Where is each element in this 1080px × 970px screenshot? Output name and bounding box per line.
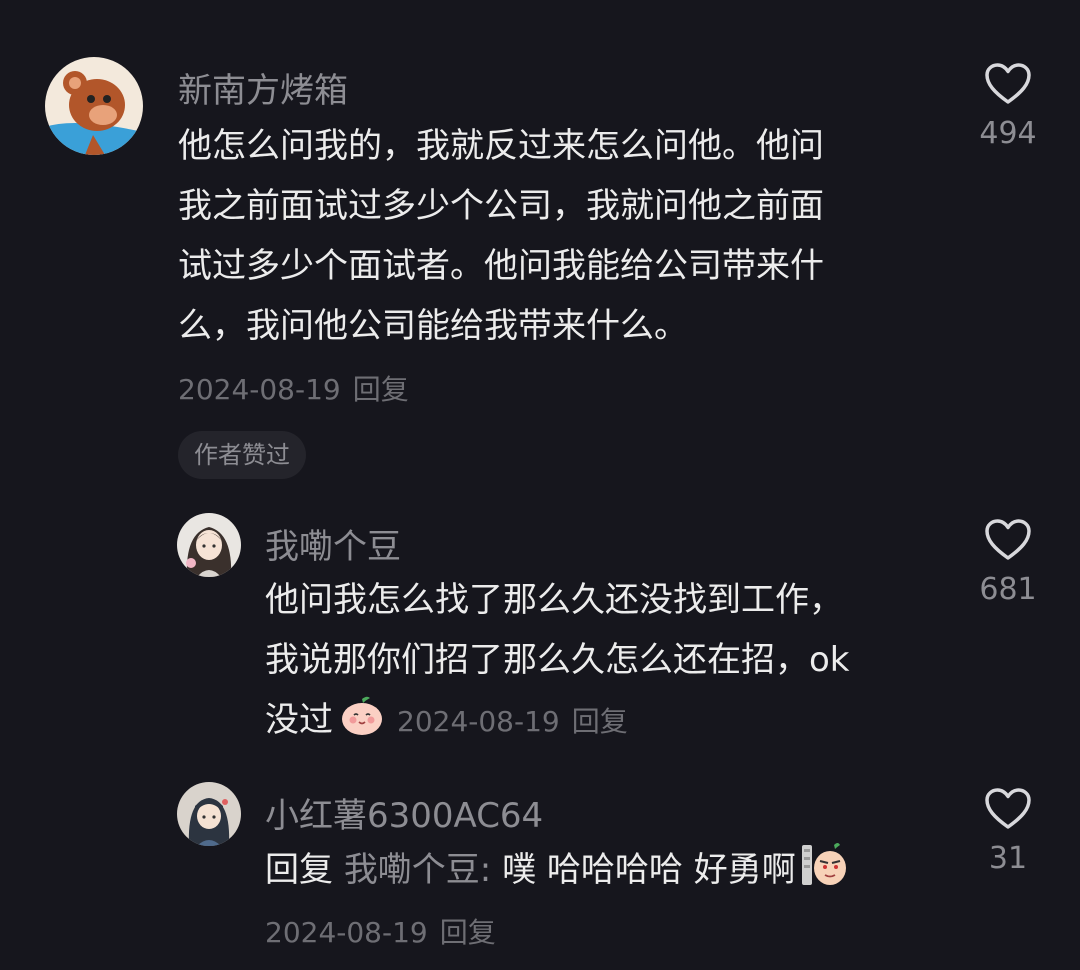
avatar[interactable] <box>177 513 241 577</box>
comment-line: 么，我问他公司能给我带来什么。 <box>178 306 688 346</box>
comment-line: 我说那你们招了那么久怎么还在招，ok <box>265 640 850 680</box>
comment-meta: 2024-08-19 回复 <box>265 911 496 951</box>
mention-link[interactable]: 我嘞个豆: <box>344 850 491 890</box>
comment-text: 回复 我嘞个豆: 噗 哈哈哈哈 好勇啊 <box>265 840 848 906</box>
comment-text: 他怎么问我的，我就反过来怎么问他。他问 我之前面试过多少个公司，我就问他之前面 … <box>178 116 824 356</box>
like-button[interactable]: 681 <box>968 518 1048 607</box>
avatar[interactable] <box>177 782 241 846</box>
reply-prefix: 回复 <box>265 850 333 890</box>
comment-meta: 2024-08-19 回复 <box>178 368 409 408</box>
sly-face-emoji <box>800 841 848 906</box>
like-button[interactable]: 494 <box>968 62 1048 151</box>
comment-line: 我之前面试过多少个公司，我就问他之前面 <box>178 186 824 226</box>
comment-line: 回复 我嘞个豆: 噗 哈哈哈哈 好勇啊 <box>265 840 848 906</box>
comment-line: 试过多少个面试者。他问我能给公司带来什 <box>178 246 824 286</box>
comment-text: 他问我怎么找了那么久还没找到工作， 我说那你们招了那么久怎么还在招，ok 没过 … <box>265 570 850 756</box>
username[interactable]: 我嘞个豆 <box>265 519 401 568</box>
author-liked-badge: 作者赞过 <box>178 431 306 479</box>
comment-line: 没过 2024-08-19 回复 <box>265 690 850 756</box>
comment-line-text: 噗 哈哈哈哈 好勇啊 <box>502 850 796 890</box>
comment-line-text: 没过 <box>265 700 333 740</box>
reply-button[interactable]: 回复 <box>353 373 409 406</box>
username[interactable]: 小红薯6300AC64 <box>265 788 543 837</box>
like-count: 494 <box>979 116 1037 151</box>
heart-outline-icon <box>985 788 1031 829</box>
heart-outline-icon <box>985 519 1031 560</box>
comment-date: 2024-08-19 <box>397 705 560 738</box>
like-button[interactable]: 31 <box>968 787 1048 876</box>
smiling-peach-emoji <box>339 695 385 756</box>
heart-outline-icon <box>985 63 1031 104</box>
like-count: 681 <box>979 572 1037 607</box>
avatar[interactable] <box>45 57 143 155</box>
comment-date: 2024-08-19 <box>265 916 428 949</box>
comment-date: 2024-08-19 <box>178 373 341 406</box>
comment-meta: 2024-08-19 回复 <box>397 705 628 738</box>
reply-button[interactable]: 回复 <box>572 705 628 738</box>
username[interactable]: 新南方烤箱 <box>178 63 348 112</box>
reply-button[interactable]: 回复 <box>440 916 496 949</box>
comment-line: 他怎么问我的，我就反过来怎么问他。他问 <box>178 126 824 166</box>
comment-line: 他问我怎么找了那么久还没找到工作， <box>265 580 843 620</box>
like-count: 31 <box>988 841 1028 876</box>
